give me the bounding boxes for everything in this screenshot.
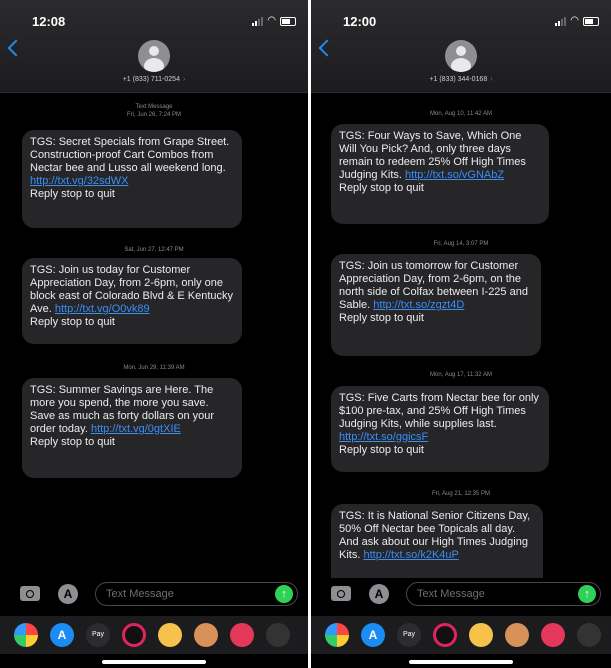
home-indicator[interactable]	[409, 660, 513, 664]
contact-avatar-icon[interactable]	[138, 40, 170, 72]
status-time: 12:08	[32, 14, 66, 29]
message-timestamp: Sat, Jun 27, 12:47 PM	[124, 247, 184, 253]
message-thread[interactable]: Mon, Aug 10, 11:42 AM TGS: Four Ways to …	[311, 96, 611, 578]
message-bubble[interactable]: TGS: Join us tomorrow for Customer Appre…	[331, 254, 541, 356]
back-chevron-icon[interactable]	[7, 39, 25, 57]
app-store-app-icon[interactable]: A	[361, 623, 385, 647]
emoji-app-icon[interactable]	[158, 623, 182, 647]
message-link[interactable]: http://txt.so/zgzt4D	[373, 299, 464, 311]
activity-app-icon[interactable]	[122, 623, 146, 647]
apple-pay-app-icon[interactable]: Pay	[86, 623, 110, 647]
thread-start-timestamp: Text Message Fri, Jun 26, 7:24 PM	[0, 103, 308, 119]
app-drawer: A Pay	[311, 616, 611, 654]
image-search-app-icon[interactable]	[541, 623, 565, 647]
camera-icon[interactable]	[20, 586, 40, 601]
message-input[interactable]: Text Message ↑	[406, 582, 601, 606]
contact-number-label: +1 (833) 344-0168	[429, 76, 488, 83]
camera-icon[interactable]	[331, 586, 351, 601]
back-chevron-icon[interactable]	[318, 39, 336, 57]
message-bubble[interactable]: TGS: It is National Senior Citizens Day,…	[331, 504, 543, 578]
apple-pay-app-icon[interactable]: Pay	[397, 623, 421, 647]
status-icons: ◠	[555, 16, 599, 26]
message-bubble[interactable]: TGS: Secret Specials from Grape Street. …	[22, 130, 242, 228]
photos-app-icon[interactable]	[14, 623, 38, 647]
message-link[interactable]: http://txt.vg/0gtXIE	[91, 423, 181, 435]
thread-label: Text Message	[135, 104, 173, 110]
message-timestamp: Mon, Aug 17, 11:32 AM	[430, 372, 492, 378]
battery-icon	[280, 16, 296, 26]
message-link[interactable]: http://txt.vg/O0vk89	[55, 303, 150, 315]
message-input-placeholder: Text Message	[417, 588, 485, 600]
message-text: TGS: Five Carts from Nectar bee for only…	[339, 392, 539, 430]
message-thread[interactable]: Text Message Fri, Jun 26, 7:24 PM TGS: S…	[0, 96, 308, 578]
message-footer: Reply stop to quit	[339, 182, 424, 194]
conversation-header: 12:08 ◠ +1 (833) 711-0254 ›	[0, 0, 308, 93]
music-app-icon[interactable]	[266, 623, 290, 647]
message-link[interactable]: http://txt.so/k2K4uP	[363, 549, 458, 561]
message-footer: Reply stop to quit	[339, 312, 424, 324]
message-bubble[interactable]: TGS: Five Carts from Nectar bee for only…	[331, 386, 549, 472]
message-footer: Reply stop to quit	[30, 188, 115, 200]
memoji-app-icon[interactable]	[505, 623, 529, 647]
signal-icon	[252, 16, 264, 26]
composer-bar: A Text Message ↑	[311, 576, 611, 616]
wifi-icon: ◠	[570, 15, 579, 26]
message-bubble[interactable]: TGS: Four Ways to Save, Which One Will Y…	[331, 124, 549, 224]
message-link[interactable]: http://txt.so/vGNAbZ	[405, 169, 504, 181]
message-footer: Reply stop to quit	[30, 316, 115, 328]
contact-number[interactable]: +1 (833) 344-0168 ›	[311, 76, 611, 83]
status-time: 12:00	[343, 14, 377, 29]
thread-date: Fri, Jun 26, 7:24 PM	[126, 112, 182, 118]
signal-icon	[555, 16, 567, 26]
send-arrow-icon[interactable]: ↑	[275, 585, 293, 603]
chevron-right-icon: ›	[182, 76, 186, 83]
composer-bar: A Text Message ↑	[0, 576, 308, 616]
memoji-app-icon[interactable]	[194, 623, 218, 647]
app-store-icon[interactable]: A	[58, 584, 78, 604]
message-link[interactable]: http://txt.so/ggicsF	[339, 431, 428, 443]
send-arrow-icon[interactable]: ↑	[578, 585, 596, 603]
message-footer: Reply stop to quit	[30, 436, 115, 448]
activity-app-icon[interactable]	[433, 623, 457, 647]
message-text: TGS: Secret Specials from Grape Street. …	[30, 136, 230, 174]
left-phone-screen: 12:08 ◠ +1 (833) 711-0254 › Text Message …	[0, 0, 308, 668]
right-phone-screen: 12:00 ◠ +1 (833) 344-0168 › Mon, Aug 10, …	[311, 0, 611, 668]
home-indicator[interactable]	[102, 660, 206, 664]
message-timestamp: Mon, Aug 10, 11:42 AM	[430, 111, 492, 117]
message-bubble[interactable]: TGS: Join us today for Customer Apprecia…	[22, 258, 242, 344]
emoji-app-icon[interactable]	[469, 623, 493, 647]
app-drawer: A Pay	[0, 616, 308, 654]
contact-number-label: +1 (833) 711-0254	[122, 76, 180, 83]
battery-icon	[583, 16, 599, 26]
app-store-app-icon[interactable]: A	[50, 623, 74, 647]
music-app-icon[interactable]	[577, 623, 601, 647]
wifi-icon: ◠	[267, 15, 276, 26]
message-timestamp: Fri, Aug 14, 3:07 PM	[433, 241, 489, 247]
status-icons: ◠	[252, 16, 296, 26]
message-footer: Reply stop to quit	[339, 444, 424, 456]
contact-number[interactable]: +1 (833) 711-0254 ›	[0, 76, 308, 83]
message-link[interactable]: http://txt.vg/32sdWX	[30, 175, 128, 187]
image-search-app-icon[interactable]	[230, 623, 254, 647]
photos-app-icon[interactable]	[325, 623, 349, 647]
conversation-header: 12:00 ◠ +1 (833) 344-0168 ›	[311, 0, 611, 93]
message-bubble[interactable]: TGS: Summer Savings are Here. The more y…	[22, 378, 242, 478]
message-timestamp: Fri, Aug 21, 12:35 PM	[431, 491, 491, 497]
message-input[interactable]: Text Message ↑	[95, 582, 298, 606]
app-store-icon[interactable]: A	[369, 584, 389, 604]
message-timestamp: Mon, Jun 29, 11:39 AM	[123, 365, 185, 371]
chevron-right-icon: ›	[490, 76, 493, 83]
contact-avatar-icon[interactable]	[445, 40, 477, 72]
message-input-placeholder: Text Message	[106, 588, 174, 600]
